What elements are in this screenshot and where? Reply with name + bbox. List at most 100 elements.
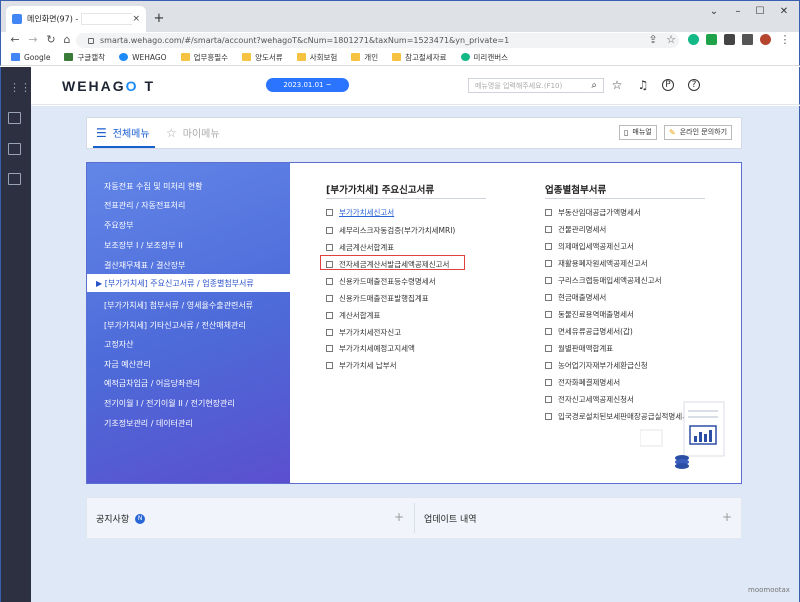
menu-link[interactable]: 부가가치세신고서 [326, 207, 394, 218]
column-title-major-vat: [부가가치세] 주요신고서류 [326, 185, 435, 196]
tab-favicon-icon [12, 14, 22, 24]
new-tab-button[interactable]: + [150, 10, 168, 28]
bookmark-item[interactable]: WEHAGO [119, 53, 167, 62]
category-item[interactable]: 주요장부 [104, 220, 133, 231]
sidebar-icon[interactable] [742, 34, 753, 45]
panel-divider [414, 503, 415, 533]
back-icon[interactable]: ← [8, 33, 22, 47]
menu-link[interactable]: 부가가치세 납부서 [326, 360, 397, 371]
document-icon[interactable] [8, 112, 21, 124]
category-item[interactable]: 자동전표 수집 및 미처리 현황 [104, 181, 203, 192]
manual-button[interactable]: ▯ 매뉴얼 [619, 125, 657, 140]
share-icon[interactable]: ⇪ [646, 33, 660, 47]
column-divider [545, 198, 705, 199]
menu-link[interactable]: 월별판매액합계표 [545, 343, 613, 354]
tab-close-icon[interactable]: × [132, 14, 140, 24]
reload-icon[interactable]: ↻ [44, 33, 58, 47]
external-link-icon [545, 396, 552, 403]
category-item-active[interactable]: ▶ [부가가치세] 주요신고서류 / 업종별첨부서류 [96, 278, 254, 289]
external-link-icon [326, 312, 333, 319]
bookmark-item[interactable]: Google [11, 53, 50, 62]
bookmark-item[interactable]: 구글캘착 [64, 52, 105, 63]
bell-icon[interactable]: ♫ [636, 78, 650, 92]
external-link-icon [545, 413, 552, 420]
menu-link[interactable]: 건물관리명세서 [545, 224, 606, 235]
menu-link[interactable]: 면세유류공급명세서(갑) [545, 326, 633, 337]
folder-icon [392, 53, 402, 61]
category-item[interactable]: 자금 예산관리 [104, 359, 151, 370]
category-item[interactable]: 결산재무제표 / 결산장부 [104, 260, 185, 271]
category-item[interactable]: 전표관리 / 자동전표처리 [104, 200, 185, 211]
menu-link[interactable]: 계산서합계표 [326, 310, 380, 321]
category-item[interactable]: 기초정보관리 / 데이터관리 [104, 418, 193, 429]
tab-all-menu[interactable]: ☰ 전체메뉴 [96, 125, 150, 141]
kebab-menu-icon[interactable]: ⋮ [778, 33, 792, 47]
menu-link[interactable]: 현금매출명세서 [545, 292, 606, 303]
menu-link[interactable]: 신용카드매출전표등수령명세서 [326, 276, 436, 287]
category-item[interactable]: 보조장부 I / 보조장부 II [104, 240, 183, 251]
new-badge: N [135, 513, 146, 524]
external-link-icon [326, 295, 333, 302]
tab-title: 메인화면(97) - [27, 14, 79, 24]
menu-link[interactable]: 재활용폐자원세액공제신고서 [545, 258, 648, 269]
notice-more-button[interactable]: + [394, 510, 404, 524]
close-window-icon[interactable]: ✕ [770, 4, 798, 20]
browser-tab[interactable]: 메인화면(97) - × [6, 6, 146, 32]
apps-grid-icon[interactable]: ⋮⋮ [9, 81, 31, 94]
menu-link[interactable]: 전자화폐결제명세서 [545, 377, 620, 388]
menu-link[interactable]: 동물진료용역매출명세서 [545, 309, 634, 320]
category-item[interactable]: 예적금차입금 / 어음당좌관리 [104, 378, 200, 389]
extension-icon[interactable] [706, 34, 717, 45]
home-icon[interactable]: ⌂ [60, 33, 74, 47]
bookmark-folder[interactable]: 참고절세자료 [392, 52, 447, 63]
menu-search-input[interactable]: 메뉴명을 입력해주세요.(F10) ⌕ [468, 78, 604, 93]
category-item[interactable]: 고정자산 [104, 339, 133, 350]
forward-icon[interactable]: → [26, 33, 40, 47]
puzzle-icon[interactable] [724, 34, 735, 45]
menu-link[interactable]: 부가가치세예정고지세액 [326, 343, 415, 354]
external-link-icon [545, 362, 552, 369]
menu-link[interactable]: 전자신고세액공제신청서 [545, 394, 634, 405]
external-link-icon [545, 243, 552, 250]
url-field[interactable]: smarta.wehago.com/#/smarta/account?wehag… [76, 33, 679, 48]
watermark: moomootax [748, 586, 790, 594]
external-link-icon [326, 278, 333, 285]
point-icon[interactable]: P [662, 79, 674, 91]
category-item[interactable]: [부가가치세] 기타신고서류 / 전산매체관리 [104, 320, 246, 331]
highlight-box [320, 255, 465, 270]
menu-link[interactable]: 의제매입세액공제신고서 [545, 241, 634, 252]
bookmark-folder[interactable]: 사회보험 [296, 52, 337, 63]
update-more-button[interactable]: + [722, 510, 732, 524]
menu-link[interactable]: 세무리스크자동검증(부가가치세MRI) [326, 225, 455, 236]
bookmark-folder[interactable]: 개인 [351, 52, 378, 63]
hamburger-icon: ☰ [96, 125, 107, 140]
category-item[interactable]: 전기이월 I / 전기이월 II / 전기현장관리 [104, 398, 235, 409]
menu-link[interactable]: 부동산임대공급가액명세서 [545, 207, 641, 218]
folder-info-icon[interactable] [8, 173, 21, 185]
bookmark-folder[interactable]: 업무흥필수 [180, 52, 228, 63]
star-icon[interactable]: ☆ [610, 78, 624, 92]
bookmark-folder[interactable]: 양도서류 [242, 52, 283, 63]
category-item[interactable]: [부가가치세] 첨부서류 / 영세율수출관련서류 [104, 300, 253, 311]
folder-icon [351, 53, 361, 61]
menu-link[interactable]: 부가가치세전자신고 [326, 327, 401, 338]
fiscal-period-badge[interactable]: 2023.01.01 ~ 2023.12.31 [266, 78, 349, 103]
help-icon[interactable]: ? [688, 79, 700, 91]
lock-icon [88, 37, 94, 44]
menu-link[interactable]: 구리스크랩등매입세액공제신고서 [545, 275, 662, 286]
external-link-icon [545, 226, 552, 233]
profile-avatar[interactable] [760, 34, 771, 45]
bookmark-item[interactable]: 미리캔버스 [460, 52, 508, 63]
wehago-logo[interactable]: WEHAGO T [62, 78, 155, 94]
search-icon[interactable]: ⌕ [591, 80, 597, 91]
calendar-icon[interactable] [8, 143, 21, 155]
tab-my-menu[interactable]: ☆ 마이메뉴 [166, 125, 220, 141]
menu-link[interactable]: 신용카드매출전표발행집계표 [326, 293, 429, 304]
extension-icon[interactable] [688, 34, 699, 45]
online-inquiry-button[interactable]: ✎ 온라인 문의하기 [664, 125, 733, 140]
bookmark-star-icon[interactable]: ☆ [664, 33, 678, 47]
folder-icon [180, 53, 190, 61]
external-link-icon [545, 209, 552, 216]
menu-link[interactable]: 세금계산서합계표 [326, 242, 394, 253]
menu-link[interactable]: 농어업기자재부가세환급신청 [545, 360, 648, 371]
